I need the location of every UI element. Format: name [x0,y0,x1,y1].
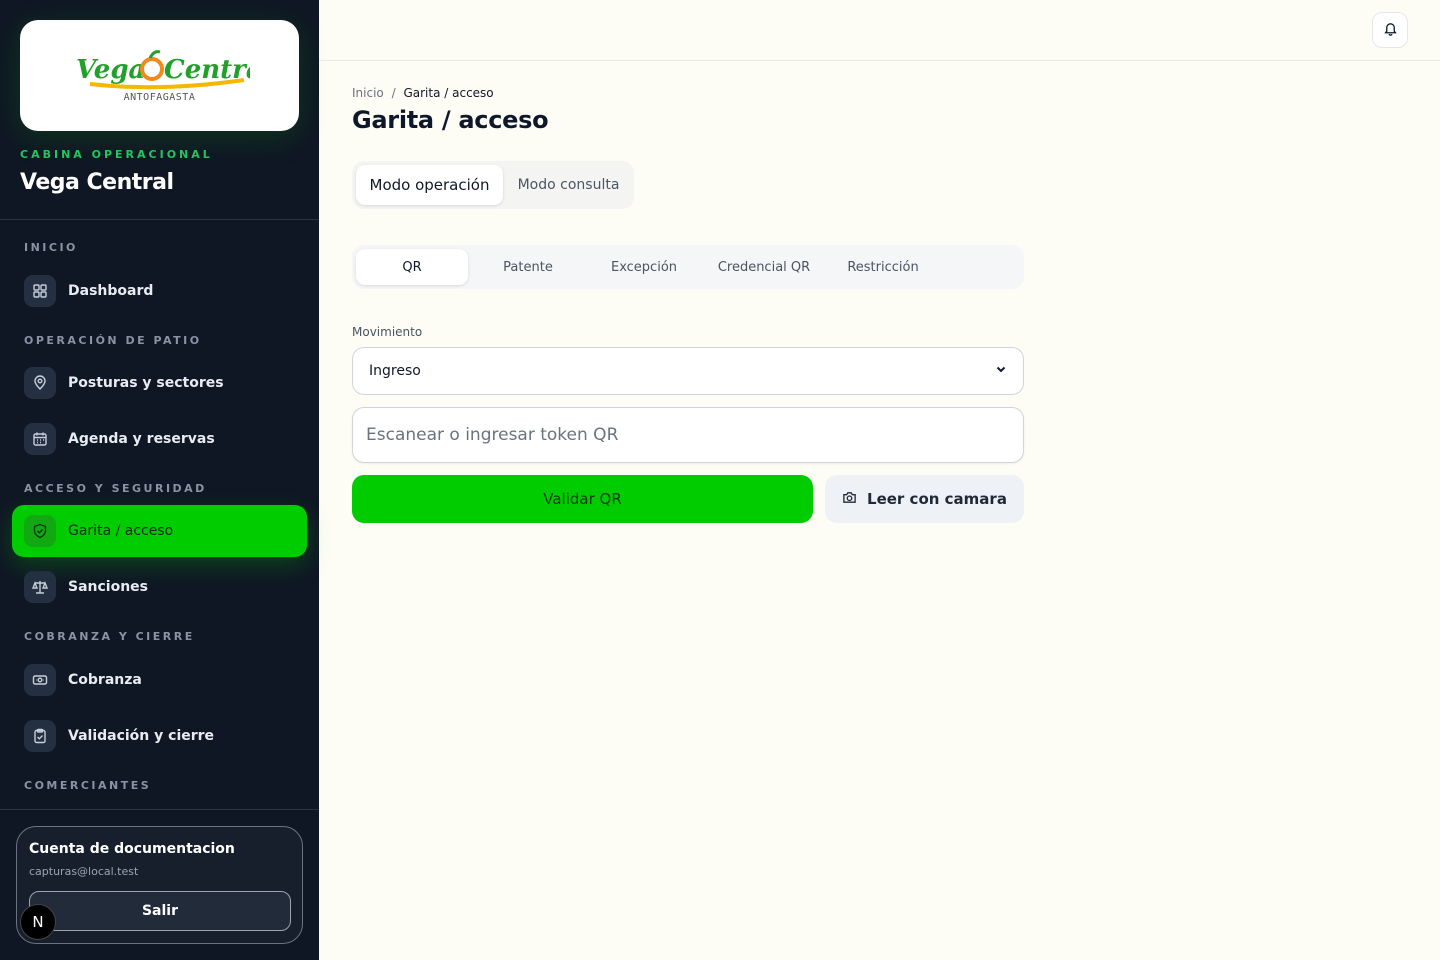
svg-text:Vega: Vega [76,55,145,85]
scale-icon [24,571,56,603]
page-title: Garita / acceso [352,106,549,134]
sidebar-item-validacion[interactable]: Validación y cierre [12,710,307,762]
tab-modo-operacion[interactable]: Modo operación [356,165,503,205]
movement-select-value: Ingreso [369,363,421,379]
sidebar-item-label: Garita / acceso [68,523,174,539]
logout-button[interactable]: Salir [29,891,291,931]
tab-excepcion[interactable]: Excepción [588,249,700,285]
read-camera-label: Leer con camara [867,490,1007,508]
notifications-button[interactable] [1372,12,1408,48]
sidebar-item-posturas[interactable]: Posturas y sectores [12,357,307,409]
calendar-icon [24,423,56,455]
shield-icon [24,515,56,547]
sidebar-divider [0,809,319,810]
logo-subtitle: ANTOFAGASTA [123,92,196,103]
access-method-tabs: QR Patente Excepción Credencial QR Restr… [352,245,1024,289]
sidebar-item-garita[interactable]: Garita / acceso [12,505,307,557]
movement-label: Movimiento [352,325,423,339]
qr-token-input[interactable] [352,407,1024,463]
sidebar: Vega Central ANTOFAGASTA CABINA OPERACIO… [0,0,319,960]
movement-select[interactable]: Ingreso [352,347,1024,395]
read-camera-button[interactable]: Leer con camara [825,475,1024,523]
dev-tools-badge[interactable]: N [20,904,56,940]
section-label-acceso: ACCESO Y SEGURIDAD [24,482,207,495]
tab-patente[interactable]: Patente [472,249,584,285]
mode-tabs: Modo operación Modo consulta [352,161,634,209]
brand-kicker: CABINA OPERACIONAL [20,148,213,161]
brand-title: Vega Central [20,170,174,195]
clipboard-check-icon [24,720,56,752]
bell-icon [1383,21,1398,39]
breadcrumb-separator: / [391,86,396,100]
validate-qr-button[interactable]: Validar QR [352,475,813,523]
brand-logo-card[interactable]: Vega Central ANTOFAGASTA [20,20,299,131]
grid-icon [24,275,56,307]
banknote-icon [24,664,56,696]
vega-central-logo: Vega Central [76,50,250,90]
chevron-down-icon [995,363,1007,379]
camera-icon [842,490,857,509]
tab-modo-consulta[interactable]: Modo consulta [507,165,630,205]
sidebar-divider [0,219,319,220]
sidebar-item-sanciones[interactable]: Sanciones [12,561,307,613]
breadcrumb: Inicio / Garita / acceso [352,86,494,100]
sidebar-item-label: Cobranza [68,672,142,688]
section-label-inicio: INICIO [24,241,78,254]
section-label-operacion: OPERACIÓN DE PATIO [24,334,202,347]
topbar [319,0,1440,61]
account-email: capturas@local.test [29,865,139,878]
sidebar-item-label: Sanciones [68,579,149,595]
tab-restriccion[interactable]: Restricción [828,249,938,285]
section-label-comerciantes: COMERCIANTES [24,779,152,792]
tab-qr[interactable]: QR [356,249,468,285]
sidebar-item-label: Validación y cierre [68,728,215,744]
breadcrumb-root[interactable]: Inicio [352,86,384,100]
sidebar-item-label: Dashboard [68,283,154,299]
tab-credencial-qr[interactable]: Credencial QR [704,249,824,285]
map-pin-icon [24,367,56,399]
sidebar-item-label: Agenda y reservas [68,431,215,447]
account-card: Cuenta de documentacion capturas@local.t… [16,826,303,944]
account-name: Cuenta de documentacion [29,841,235,857]
sidebar-item-cobranza[interactable]: Cobranza [12,654,307,706]
sidebar-item-label: Posturas y sectores [68,375,224,391]
section-label-cobranza: COBRANZA Y CIERRE [24,630,195,643]
sidebar-item-agenda[interactable]: Agenda y reservas [12,413,307,465]
sidebar-item-dashboard[interactable]: Dashboard [12,265,307,317]
breadcrumb-current: Garita / acceso [403,86,494,100]
